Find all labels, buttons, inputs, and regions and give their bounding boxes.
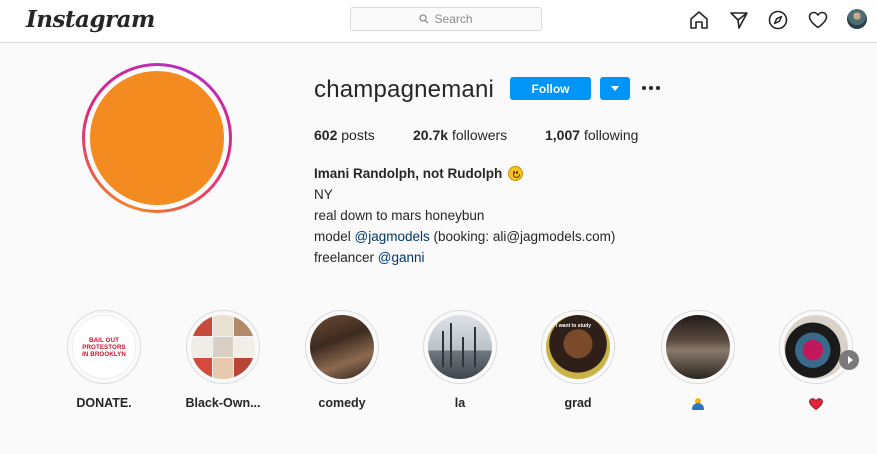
suggested-accounts-dropdown-button[interactable]: [600, 77, 630, 100]
profile-avatar[interactable]: [847, 9, 867, 29]
highlight-cover-text: BAIL OUT PROTESTORS IN BROOKLYN: [82, 336, 126, 358]
bio-line-4: freelancer @ganni: [314, 247, 615, 268]
highlight-donate[interactable]: BAIL OUT PROTESTORS IN BROOKLYN DONATE.: [65, 310, 143, 412]
highlight-label: grad: [564, 396, 592, 410]
posts-count: 602: [314, 127, 338, 143]
highlight-cover-image: [666, 315, 730, 379]
highlight-cover-image: BAIL OUT PROTESTORS IN BROOKLYN: [72, 315, 136, 379]
highlight-label: comedy: [318, 396, 366, 410]
direct-message-icon[interactable]: [728, 9, 750, 31]
follow-button[interactable]: Follow: [510, 77, 591, 100]
jagmodels-mention-link[interactable]: @jagmodels: [355, 229, 430, 244]
highlight-label: [777, 396, 855, 412]
search-input[interactable]: Search: [350, 7, 542, 31]
highlight-cover-image: [784, 315, 848, 379]
highlight-label: Black-Own...: [185, 396, 261, 410]
instagram-logo[interactable]: Instagram: [26, 6, 155, 33]
chevron-down-icon: [611, 86, 619, 91]
highlight-cover-ring: [779, 310, 853, 384]
bio-location: NY: [314, 187, 333, 202]
more-options-icon[interactable]: [642, 80, 666, 96]
highlight-la[interactable]: la: [421, 310, 499, 412]
bio-line-3-suffix: (booking: ali@jagmodels.com): [429, 229, 616, 244]
profile-bio: Imani Randolph, not Rudolph NY real down…: [314, 163, 615, 268]
highlight-cover-ring: [661, 310, 735, 384]
highlight-cover-image: [191, 315, 255, 379]
activity-heart-icon[interactable]: [807, 9, 829, 31]
highlight-cover-ring: [186, 310, 260, 384]
ganni-mention-link[interactable]: @ganni: [378, 250, 425, 265]
profile-avatar-large[interactable]: [82, 63, 232, 213]
highlight-label: la: [454, 396, 466, 410]
top-navigation-bar: Instagram Search: [0, 0, 877, 43]
highlight-label: DONATE.: [76, 396, 132, 410]
bio-line-4-prefix: freelancer: [314, 250, 378, 265]
bio-line-3: model @jagmodels (booking: ali@jagmodels…: [314, 226, 615, 247]
bio-full-name: Imani Randolph, not Rudolph: [314, 163, 615, 184]
search-icon: [419, 14, 429, 24]
following-stat[interactable]: 1,007 following: [545, 127, 638, 143]
bio-line-3-prefix: model: [314, 229, 355, 244]
posts-label: posts: [341, 127, 375, 143]
upside-down-face-emoji: [508, 166, 524, 181]
highlight-black-owned[interactable]: Black-Own...: [184, 310, 262, 412]
following-count: 1,007: [545, 127, 581, 143]
posts-stat: 602 posts: [314, 127, 375, 143]
highlights-next-arrow-icon[interactable]: [839, 350, 859, 370]
highlight-cover-caption: i want to study: [556, 323, 591, 329]
highlight-cover-ring: BAIL OUT PROTESTORS IN BROOKLYN: [67, 310, 141, 384]
bio-line-2: real down to mars honeybun: [314, 208, 485, 223]
highlight-grad[interactable]: i want to study grad: [539, 310, 617, 412]
followers-count: 20.7k: [413, 127, 449, 143]
highlight-cover-image: [310, 315, 374, 379]
highlight-cover-image: i want to study: [546, 315, 610, 379]
highlight-bust-emoji[interactable]: [659, 310, 737, 412]
home-icon[interactable]: [688, 9, 710, 31]
profile-username: champagnemani: [314, 76, 495, 103]
full-name-text: Imani Randolph, not Rudolph: [314, 166, 503, 181]
red-heart-emoji: [809, 398, 823, 410]
following-label: following: [583, 127, 639, 143]
highlight-cover-ring: [305, 310, 379, 384]
highlight-label: [659, 396, 737, 412]
search-placeholder: Search: [434, 12, 473, 26]
highlight-cover-image: [428, 315, 492, 379]
highlight-comedy[interactable]: comedy: [303, 310, 381, 412]
highlight-cover-ring: i want to study: [541, 310, 615, 384]
bust-in-silhouette-emoji: [691, 398, 705, 410]
profile-photo: [90, 71, 224, 205]
followers-label: followers: [451, 127, 508, 143]
explore-compass-icon[interactable]: [767, 9, 789, 31]
highlight-cover-ring: [423, 310, 497, 384]
followers-stat[interactable]: 20.7k followers: [413, 127, 507, 143]
